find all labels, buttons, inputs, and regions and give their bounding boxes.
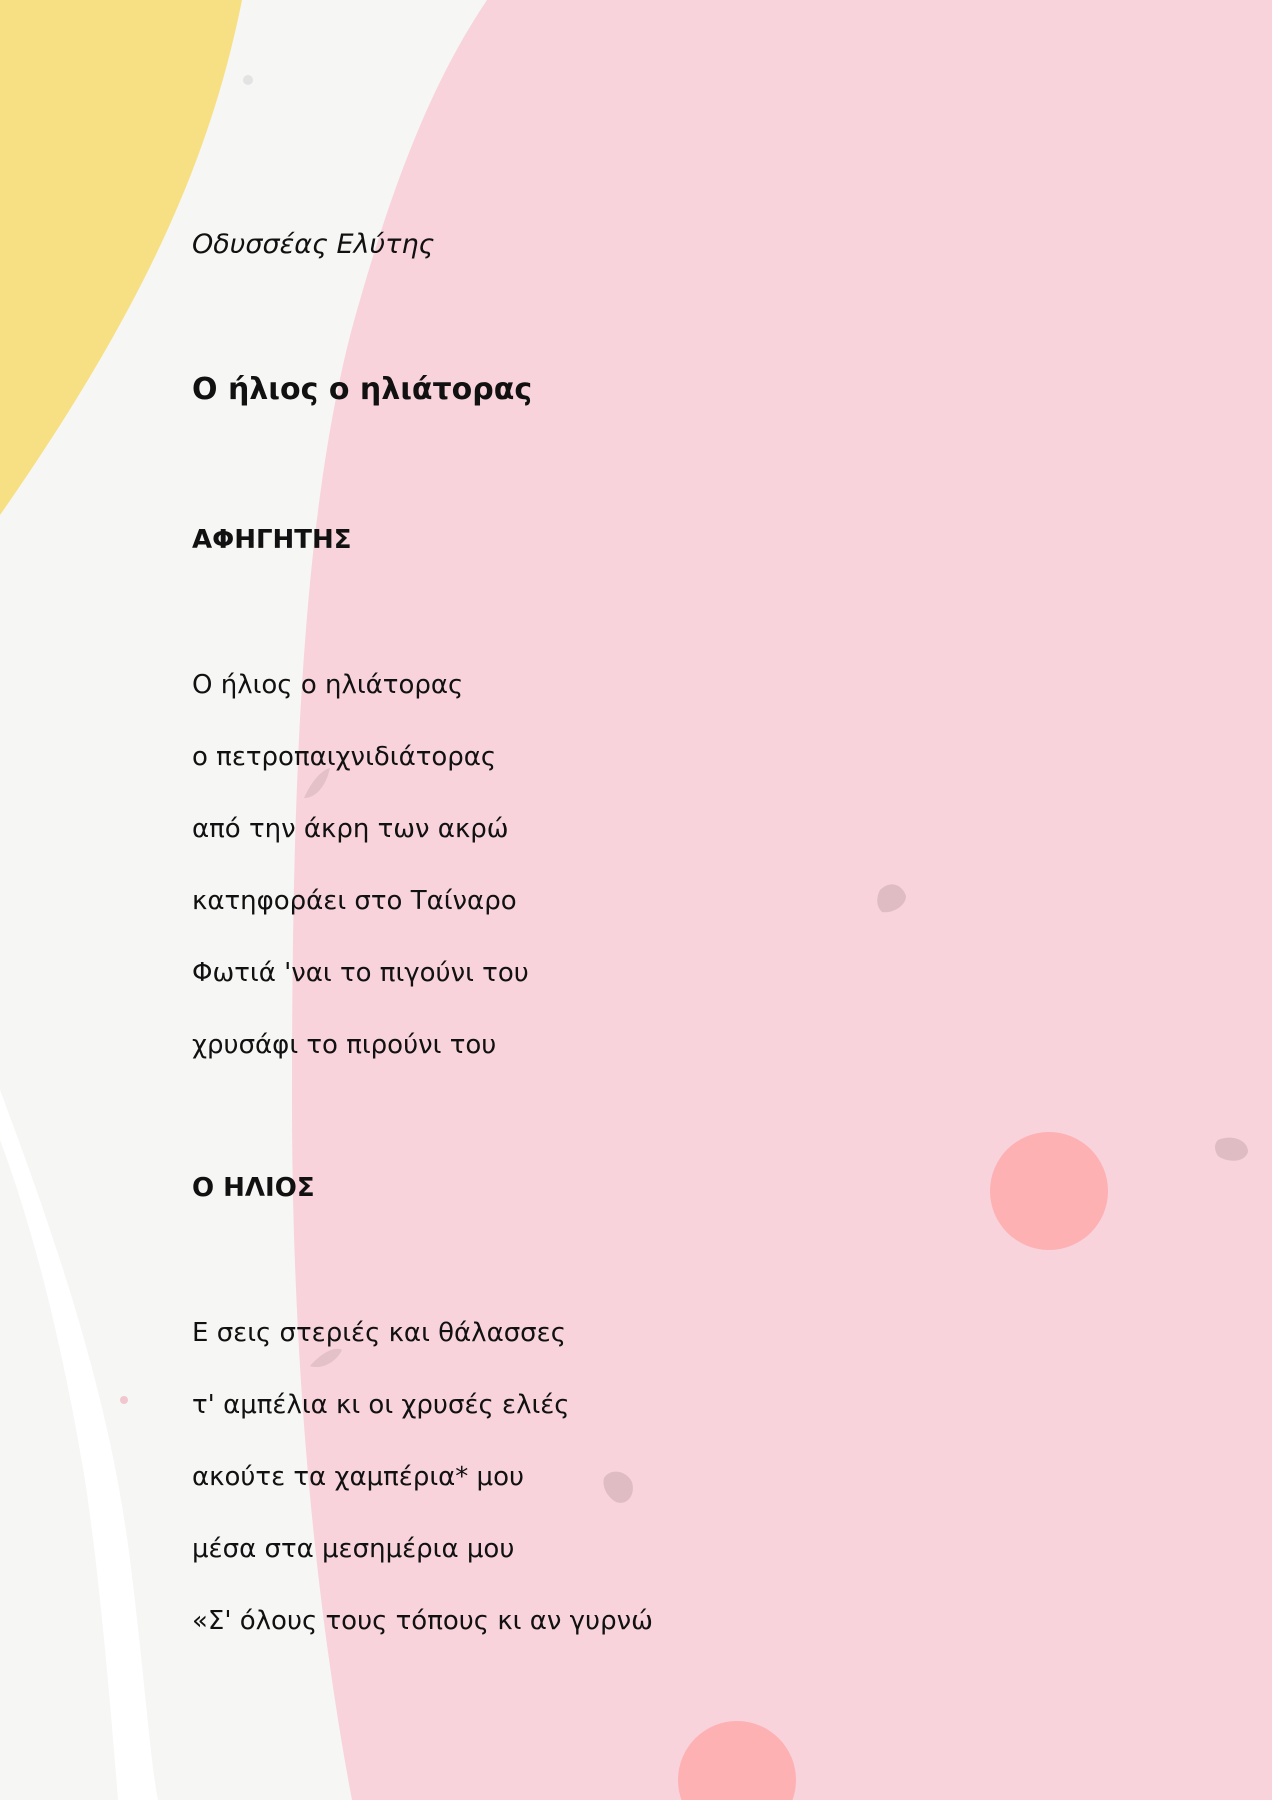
verse-line: μέσα στα μεσημέρια μου (192, 1534, 515, 1564)
author-name: Οδυσσέας Ελύτης (192, 229, 435, 260)
verse-line: Ε σεις στεριές και θάλασσες (192, 1318, 566, 1348)
verse-line: τ' αμπέλια κι οι χρυσές ελιές (192, 1390, 570, 1420)
poem-title: Ο ήλιος ο ηλιάτορας (192, 372, 533, 407)
verse-line: ακούτε τα χαμπέρια* μου (192, 1462, 525, 1492)
verse-line: από την άκρη των ακρώ (192, 814, 509, 844)
verse-line: χρυσάφι το πιρούνι του (192, 1030, 497, 1060)
verse-line: Φωτιά 'ναι το πιγούνι του (192, 958, 529, 988)
verse-line: κατηφοράει στο Ταίναρο (192, 886, 517, 916)
speaker-narrator: ΑΦΗΓΗΤΗΣ (192, 525, 352, 555)
poem-page: Οδυσσέας Ελύτης Ο ήλιος ο ηλιάτορας ΑΦΗΓ… (0, 0, 1272, 1800)
speaker-sun: Ο ΗΛΙΟΣ (192, 1173, 315, 1203)
verse-line: ο πετροπαιχνιδιάτορας (192, 742, 497, 772)
verse-line: Ο ήλιος ο ηλιάτορας (192, 670, 464, 700)
verse-line: «Σ' όλους τους τόπους κι αν γυρνώ (192, 1606, 653, 1636)
